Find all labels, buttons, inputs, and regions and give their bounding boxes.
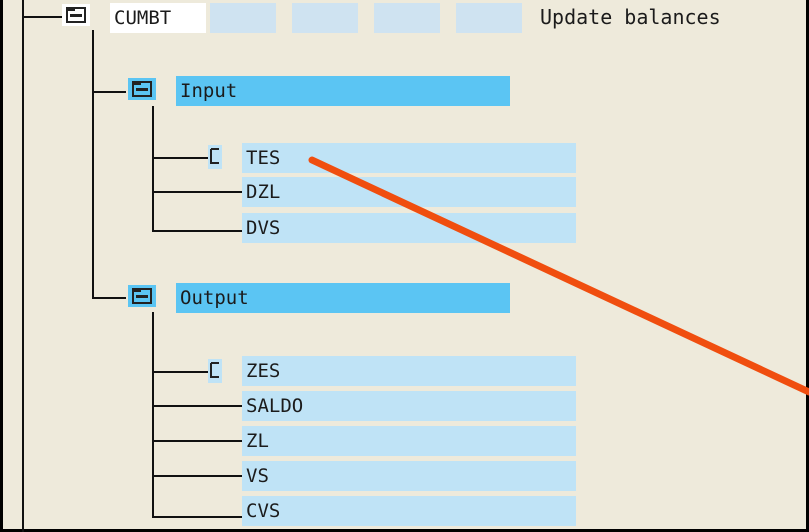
annotation-arrow bbox=[308, 156, 809, 396]
annotation-arrow-line bbox=[308, 156, 809, 396]
sap-tree-view: CUMBT Update balances Input TES DZL DVS bbox=[0, 0, 809, 532]
